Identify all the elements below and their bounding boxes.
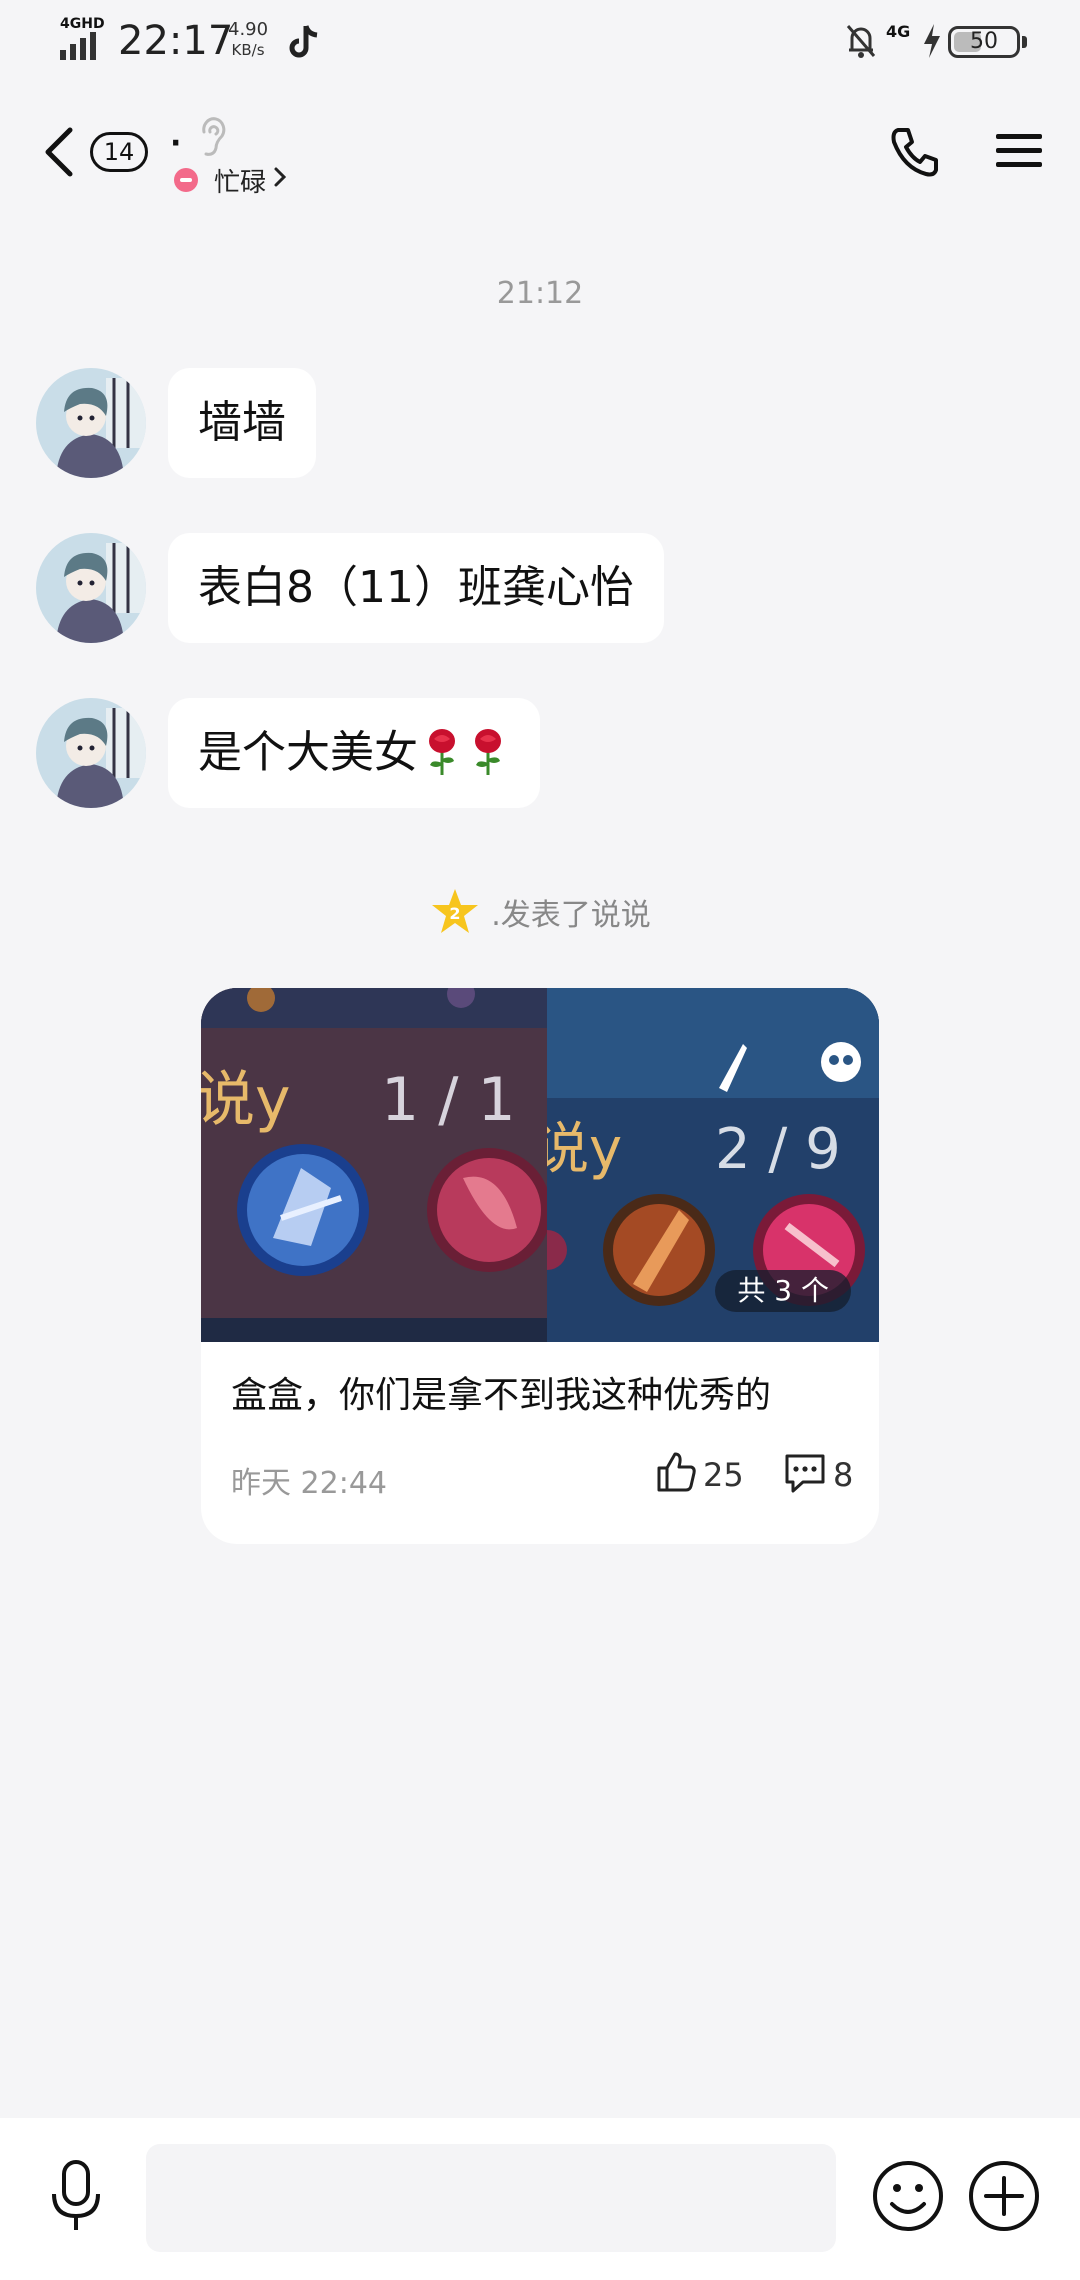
avatar[interactable] <box>36 533 146 643</box>
post-image[interactable]: 说y 1 / 1 <box>201 988 547 1342</box>
signal-icon <box>60 32 96 60</box>
image-count-badge: 共 3 个 <box>715 1270 851 1312</box>
post-time: 昨天 22:44 <box>231 1466 387 1501</box>
star-icon: 2 <box>432 889 479 933</box>
message-text: 是个大美女 <box>198 727 418 778</box>
battery-level: 50 <box>970 29 998 54</box>
activity-notice[interactable]: 2 .发表了说说 <box>0 886 1080 942</box>
plus-icon[interactable] <box>966 2158 1042 2234</box>
menu-icon[interactable] <box>994 126 1044 176</box>
like-icon[interactable] <box>655 1450 697 1494</box>
battery-cap <box>1022 36 1027 48</box>
cell-label: 4G <box>886 22 911 41</box>
avatar[interactable] <box>36 368 146 478</box>
status-time: 22:17 <box>118 18 234 64</box>
post-caption: 盒盒，你们是拿不到我这种优秀的 <box>231 1375 772 1416</box>
comment-icon[interactable] <box>783 1452 827 1494</box>
network-speed-value: 4.90 <box>228 19 269 40</box>
bell-off-icon <box>846 25 876 58</box>
message-bubble[interactable]: 墙墙 <box>168 368 316 478</box>
contact-status[interactable]: 忙碌 <box>214 162 266 199</box>
post-card[interactable]: 说y 1 / 1 说y 2 / 9 共 3 个 盒盒，你们是拿不到我这种优秀的 … <box>201 988 879 1544</box>
input-bar <box>0 2118 1080 2280</box>
battery-indicator: 50 <box>948 26 1020 58</box>
post-image-text: 说y <box>547 1117 622 1182</box>
mic-icon[interactable] <box>46 2158 106 2234</box>
post-image-score: 1 / 1 <box>381 1065 516 1135</box>
chat-header: 14 · 忙碌 <box>0 96 1080 216</box>
status-bar: 4GHD 22:17 4.90 KB/s 4G 50 <box>0 0 1080 84</box>
chat-timestamp: 21:12 <box>496 276 584 311</box>
tiktok-icon <box>289 25 318 58</box>
message-bubble[interactable]: 表白8（11）班龚心怡 <box>168 533 664 643</box>
ear-icon <box>202 117 226 156</box>
charging-icon <box>924 24 940 58</box>
svg-text:2: 2 <box>450 904 461 923</box>
post-image-text: 说y <box>201 1065 291 1135</box>
activity-text: .发表了说说 <box>491 898 651 933</box>
chevron-right-icon[interactable] <box>272 164 288 190</box>
unread-badge[interactable]: 14 <box>90 132 148 172</box>
avatar[interactable] <box>36 698 146 808</box>
rose-icon <box>475 729 501 775</box>
emoji-icon[interactable] <box>870 2158 946 2234</box>
message-bubble[interactable]: 是个大美女 <box>168 698 540 808</box>
rose-icon <box>429 729 455 775</box>
like-count: 25 <box>703 1456 744 1494</box>
back-icon[interactable] <box>40 124 80 180</box>
contact-name[interactable]: · <box>170 126 181 161</box>
phone-icon[interactable] <box>886 124 942 180</box>
message-input[interactable] <box>146 2144 836 2252</box>
comment-count: 8 <box>833 1456 854 1494</box>
busy-status-icon <box>174 168 198 192</box>
post-image-score: 2 / 9 <box>715 1117 841 1182</box>
post-images[interactable]: 说y 1 / 1 说y 2 / 9 共 3 个 <box>201 988 879 1342</box>
network-speed: 4.90 KB/s <box>228 20 268 60</box>
network-speed-unit: KB/s <box>231 41 265 59</box>
